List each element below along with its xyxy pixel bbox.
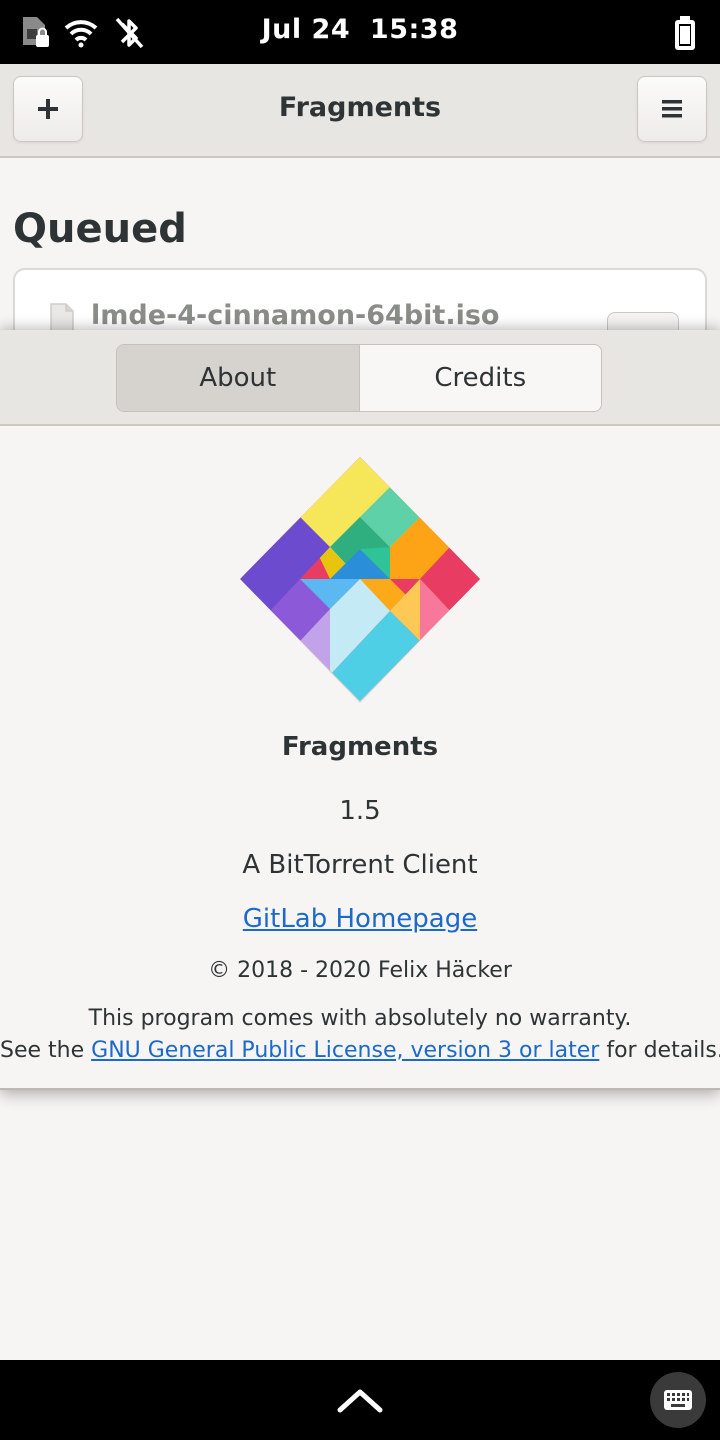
tab-credits[interactable]: Credits [359,345,601,411]
about-dialog: About Credits Fragments 1.5 A BitTorrent… [0,330,720,1090]
bottom-bar [0,1360,720,1440]
gpl-license-link[interactable]: GNU General Public License, version 3 or… [91,1038,599,1063]
file-icon [50,303,74,332]
window-title: Fragments [278,92,442,123]
stack-switcher: About Credits [116,344,602,412]
chevron-up-icon[interactable] [336,1384,384,1416]
app-description: A BitTorrent Client [242,850,478,880]
keyboard-icon [664,1390,692,1410]
license-details: See the GNU General Public License, vers… [0,1038,720,1063]
torrent-list-area: Queued lmde-4-cinnamon-64bit.iso [0,158,720,332]
app-version: 1.5 [339,796,381,826]
app-logo [240,457,480,703]
copyright-text: © 2018 - 2020 Felix Häcker [208,958,512,983]
section-title-queued: Queued [13,206,187,252]
dialog-header: About Credits [0,330,720,426]
torrent-row[interactable]: lmde-4-cinnamon-64bit.iso [13,268,707,332]
main-menu-button[interactable] [637,76,707,142]
hamburger-menu-icon [662,100,682,118]
license-suffix: for details. [599,1038,720,1063]
tab-about[interactable]: About [117,345,360,411]
keyboard-toggle-button[interactable] [650,1372,706,1428]
website-link-row: GitLab Homepage [0,904,720,934]
clock: Jul 24 15:38 [261,14,459,45]
torrent-action-button[interactable] [607,312,679,332]
status-bar: Jul 24 15:38 [0,0,720,64]
app-name: Fragments [281,732,439,762]
header-bar: Fragments [0,64,720,158]
gitlab-homepage-link[interactable]: GitLab Homepage [243,904,477,934]
license-prefix: See the [0,1038,92,1063]
license-warranty-text: This program comes with absolutely no wa… [88,1006,632,1031]
torrent-name: lmde-4-cinnamon-64bit.iso [91,300,500,331]
battery-icon [668,14,702,52]
